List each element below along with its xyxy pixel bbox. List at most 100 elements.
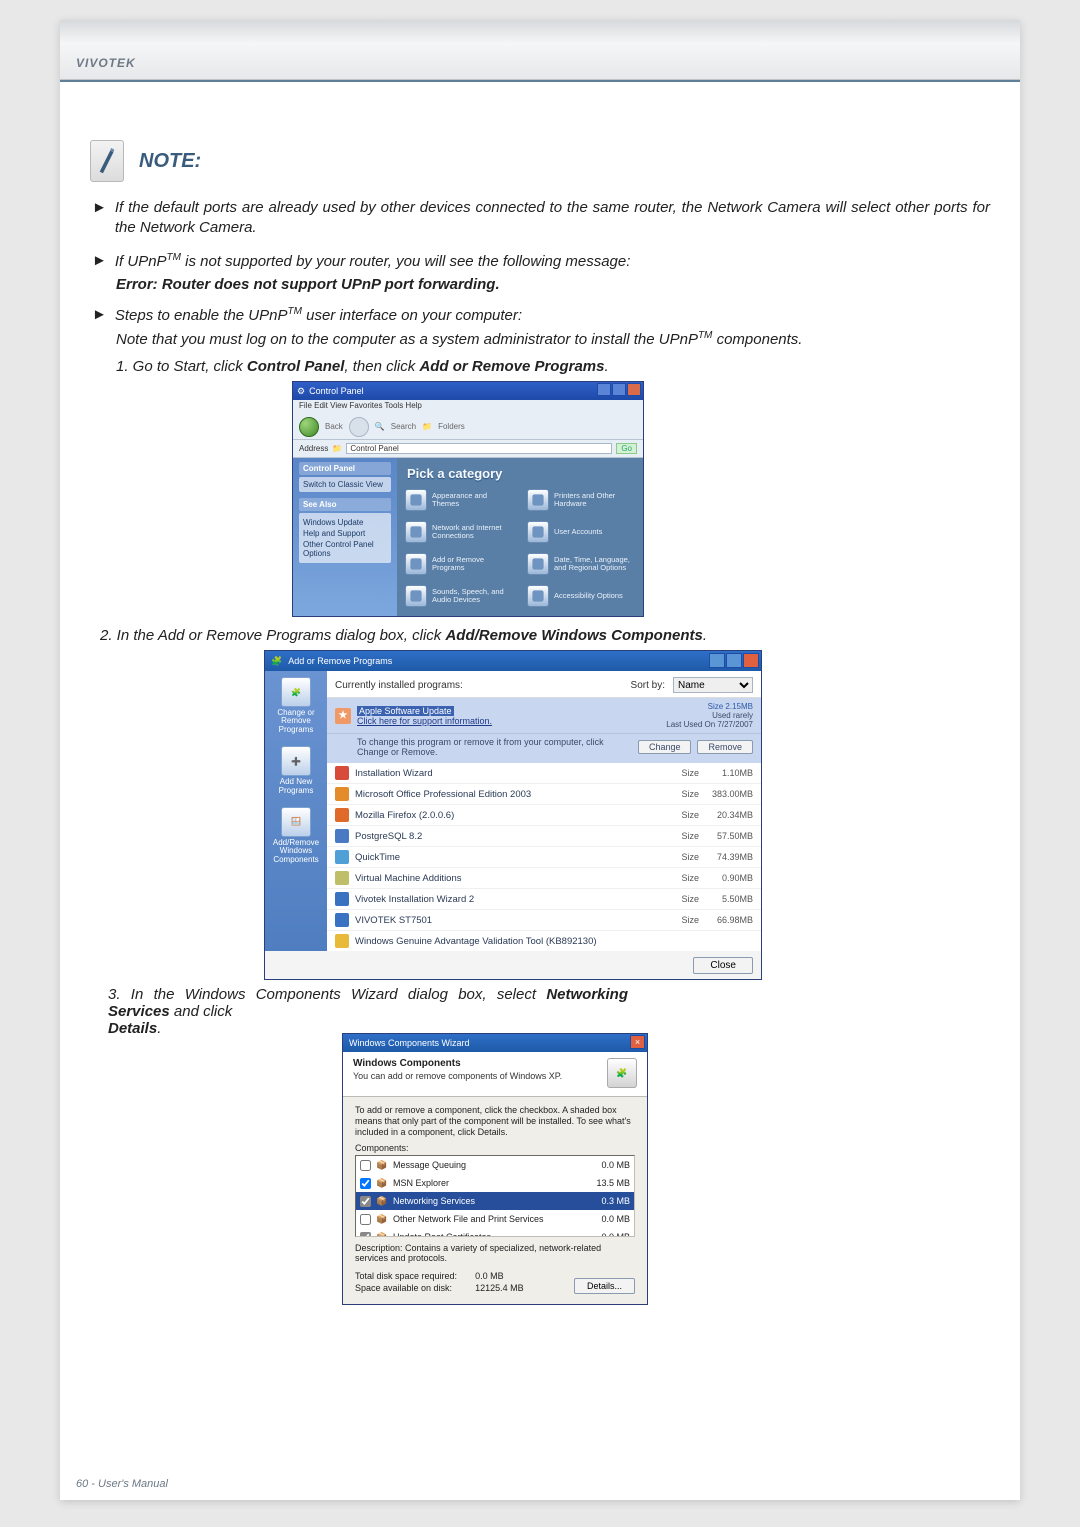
arp-side-button[interactable]: ➕Add New Programs xyxy=(267,746,325,795)
wcw-footer: < Back Next > Cancel xyxy=(343,1302,647,1305)
text: Steps to enable the UPnP xyxy=(115,307,288,324)
cp-category[interactable]: Printers and Other Hardware xyxy=(527,489,635,511)
category-icon xyxy=(405,553,427,575)
component-item[interactable]: 📦Message Queuing0.0 MB xyxy=(356,1156,634,1174)
text: . xyxy=(157,1020,161,1037)
category-icon xyxy=(527,489,549,511)
cp-body: Control Panel Switch to Classic View See… xyxy=(293,458,643,617)
bullet-2: ► If UPnPTM is not supported by your rou… xyxy=(92,251,990,272)
side-icon: 🧩 xyxy=(281,677,311,707)
bullet-marker: ► xyxy=(92,251,107,272)
component-checkbox[interactable] xyxy=(360,1196,371,1207)
cp-main: Pick a category Appearance and ThemesPri… xyxy=(397,458,643,617)
text: is not supported by your router, you wil… xyxy=(181,253,630,270)
close-button[interactable]: × xyxy=(630,1035,645,1049)
text-bold: Add/Remove Windows Components xyxy=(445,627,702,644)
sidebar-link[interactable]: Other Control Panel Options xyxy=(303,540,387,558)
address-value[interactable]: Control Panel xyxy=(346,443,612,454)
bullet-2-error: Error: Router does not support UPnP port… xyxy=(116,276,990,293)
window-icon: 🧩 xyxy=(271,656,282,667)
forward-button[interactable] xyxy=(349,417,369,437)
wcw-paragraph: To add or remove a component, click the … xyxy=(355,1105,635,1137)
component-item[interactable]: 📦Update Root Certificates0.0 MB xyxy=(356,1228,634,1237)
text: Note that you must log on to the compute… xyxy=(116,331,698,348)
back-button[interactable] xyxy=(299,417,319,437)
cp-category[interactable]: Sounds, Speech, and Audio Devices xyxy=(405,585,513,607)
arp-program-row[interactable]: Mozilla Firefox (2.0.0.6)Size20.34MB xyxy=(327,805,761,826)
apple-icon: ★ xyxy=(335,708,351,724)
sidebar-link[interactable]: Help and Support xyxy=(303,529,387,538)
component-name: Message Queuing xyxy=(393,1160,582,1170)
close-button[interactable]: Close xyxy=(693,957,753,974)
arp-selected-program[interactable]: ★ Apple Software Update Click here for s… xyxy=(327,698,761,734)
arp-program-row[interactable]: Windows Genuine Advantage Validation Too… xyxy=(327,931,761,951)
go-button[interactable]: Go xyxy=(616,443,637,454)
program-icon xyxy=(335,787,349,801)
component-item[interactable]: 📦Networking Services0.3 MB xyxy=(356,1192,634,1210)
component-name: Update Root Certificates xyxy=(393,1232,582,1237)
component-size: 0.0 MB xyxy=(586,1160,630,1170)
cp-menubar[interactable]: File Edit View Favorites Tools Help xyxy=(293,400,643,414)
arp-side-button[interactable]: 🧩Change or Remove Programs xyxy=(267,677,325,734)
arp-program-row[interactable]: VIVOTEK ST7501Size66.98MB xyxy=(327,910,761,931)
screenshot-add-remove-programs: 🧩 Add or Remove Programs 🧩Change or Remo… xyxy=(264,650,762,980)
component-size: 0.0 MB xyxy=(586,1232,630,1237)
arp-hint: To change this program or remove it from… xyxy=(327,734,761,763)
wcw-header-text: You can add or remove components of Wind… xyxy=(353,1071,562,1081)
arp-program-row[interactable]: Vivotek Installation Wizard 2Size5.50MB xyxy=(327,889,761,910)
bullet-3: ► Steps to enable the UPnPTM user interf… xyxy=(92,305,990,326)
component-name: Networking Services xyxy=(393,1196,582,1206)
close-button[interactable] xyxy=(743,653,759,668)
wcw-description: Description: Contains a variety of speci… xyxy=(355,1243,635,1263)
arp-support-link[interactable]: Click here for support information. xyxy=(357,716,492,726)
arp-program-row[interactable]: Virtual Machine AdditionsSize0.90MB xyxy=(327,868,761,889)
component-item[interactable]: 📦Other Network File and Print Services0.… xyxy=(356,1210,634,1228)
change-button[interactable]: Change xyxy=(638,740,692,754)
arp-sort-label: Sort by: xyxy=(631,680,665,691)
arp-program-row[interactable]: Installation WizardSize1.10MB xyxy=(327,763,761,784)
maximize-button[interactable] xyxy=(726,653,742,668)
arp-sort-select[interactable]: Name xyxy=(673,677,753,693)
minimize-button[interactable] xyxy=(709,653,725,668)
cp-category[interactable]: Accessibility Options xyxy=(527,585,635,607)
program-icon xyxy=(335,934,349,948)
maximize-button[interactable] xyxy=(612,383,626,396)
cp-category[interactable]: Appearance and Themes xyxy=(405,489,513,511)
note-icon xyxy=(90,140,124,182)
folders-icon[interactable]: 📁 xyxy=(422,422,432,431)
component-checkbox[interactable] xyxy=(360,1214,371,1225)
sidebar-links: Windows Update Help and Support Other Cont… xyxy=(299,513,391,563)
window-buttons xyxy=(709,653,759,668)
cp-category[interactable]: Date, Time, Language, and Regional Optio… xyxy=(527,553,635,575)
search-icon[interactable]: 🔍 xyxy=(375,422,385,431)
arp-body: 🧩Change or Remove Programs ➕Add New Progr… xyxy=(265,671,761,951)
arp-side-button[interactable]: 🪟Add/Remove Windows Components xyxy=(267,807,325,864)
close-button[interactable] xyxy=(627,383,641,396)
cp-category[interactable]: User Accounts xyxy=(527,521,635,543)
cp-titlebar: ⚙ Control Panel xyxy=(293,382,643,400)
sidebar-link[interactable]: Windows Update xyxy=(303,518,387,527)
arp-program-row[interactable]: PostgreSQL 8.2Size57.50MB xyxy=(327,826,761,847)
wcw-header-bold: Windows Components xyxy=(353,1058,461,1069)
screenshot-control-panel: ⚙ Control Panel File Edit View Favorites… xyxy=(292,381,644,617)
component-checkbox[interactable] xyxy=(360,1178,371,1189)
tm: TM xyxy=(698,330,712,341)
arp-main: Currently installed programs: Sort by: N… xyxy=(327,671,761,951)
component-checkbox[interactable] xyxy=(360,1232,371,1238)
arp-program-row[interactable]: Microsoft Office Professional Edition 20… xyxy=(327,784,761,805)
component-checkbox[interactable] xyxy=(360,1160,371,1171)
component-item[interactable]: 📦MSN Explorer13.5 MB xyxy=(356,1174,634,1192)
details-button[interactable]: Details... xyxy=(574,1278,635,1294)
program-icon xyxy=(335,871,349,885)
cp-category[interactable]: Network and Internet Connections xyxy=(405,521,513,543)
text: and click xyxy=(170,1003,233,1020)
remove-button[interactable]: Remove xyxy=(697,740,753,754)
minimize-button[interactable] xyxy=(597,383,611,396)
arp-program-row[interactable]: QuickTimeSize74.39MB xyxy=(327,847,761,868)
sidebar-link-classic[interactable]: Switch to Classic View xyxy=(299,477,391,492)
cp-category[interactable]: Add or Remove Programs xyxy=(405,553,513,575)
wcw-body: To add or remove a component, click the … xyxy=(343,1097,647,1302)
text: If UPnP xyxy=(115,253,167,270)
bullet-3-text: Steps to enable the UPnPTM user interfac… xyxy=(115,305,522,326)
bullet-marker: ► xyxy=(92,305,107,326)
